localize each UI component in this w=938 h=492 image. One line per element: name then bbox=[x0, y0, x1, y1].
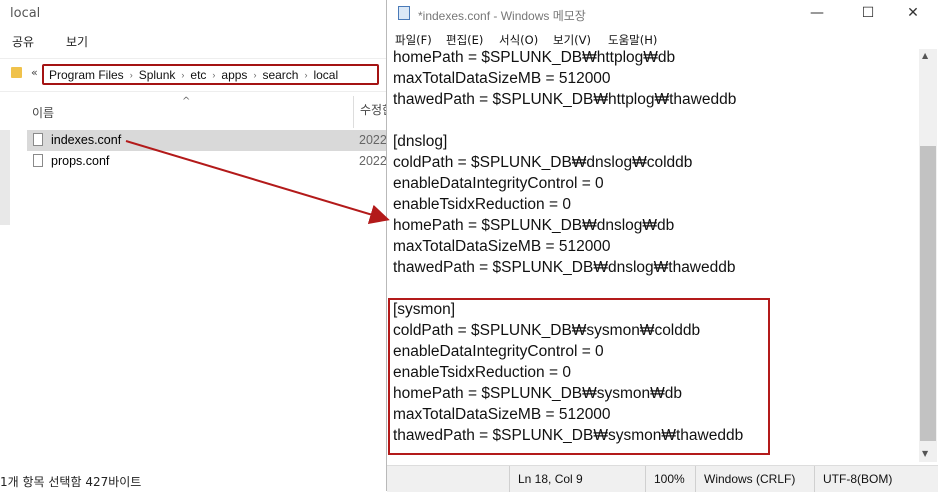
file-date: 2022 bbox=[359, 133, 387, 147]
scroll-down-icon[interactable]: ▼ bbox=[922, 449, 928, 458]
text-line: maxTotalDataSizeMB = 512000 bbox=[393, 238, 611, 255]
menu-file[interactable]: 파일(F) bbox=[395, 32, 432, 48]
notepad-title: *indexes.conf - Windows 메모장 bbox=[418, 9, 586, 23]
chevron-right-icon[interactable]: › bbox=[130, 70, 133, 80]
chevron-right-icon[interactable]: › bbox=[304, 70, 307, 80]
cursor-position: Ln 18, Col 9 bbox=[509, 466, 583, 492]
file-name: props.conf bbox=[51, 154, 110, 168]
scrollbar-thumb[interactable] bbox=[920, 146, 936, 441]
file-icon bbox=[33, 154, 43, 167]
menu-help[interactable]: 도움말(H) bbox=[608, 32, 657, 48]
text-line: homePath = $SPLUNK_DB₩httplog₩db bbox=[393, 49, 676, 66]
vertical-scrollbar[interactable]: ▲ ▼ bbox=[919, 49, 937, 462]
file-explorer-window: local 공유 보기 « Program Files › Splunk › e… bbox=[0, 0, 400, 491]
text-line: [dnslog] bbox=[393, 133, 448, 150]
chevron-right-icon[interactable]: › bbox=[212, 70, 215, 80]
text-line: maxTotalDataSizeMB = 512000 bbox=[393, 70, 611, 87]
notepad-icon bbox=[398, 6, 410, 20]
breadcrumb-search[interactable]: search bbox=[262, 68, 298, 82]
breadcrumb-local[interactable]: local bbox=[313, 68, 338, 82]
zoom-level: 100% bbox=[645, 466, 685, 492]
breadcrumb: Program Files › Splunk › etc › apps › se… bbox=[42, 64, 379, 85]
address-bar[interactable]: « Program Files › Splunk › etc › apps › … bbox=[0, 58, 400, 92]
notepad-status-bar: Ln 18, Col 9 100% Windows (CRLF) UTF-8(B… bbox=[387, 465, 938, 492]
file-icon bbox=[33, 133, 43, 146]
column-header-name[interactable]: 이름 bbox=[32, 104, 54, 121]
line-ending: Windows (CRLF) bbox=[695, 466, 795, 492]
close-button[interactable]: ✕ bbox=[903, 4, 923, 22]
ribbon-tab-share[interactable]: 공유 bbox=[12, 33, 34, 50]
text-line: enableDataIntegrityControl = 0 bbox=[393, 175, 604, 192]
explorer-status-bar: 1개 항목 선택함 427바이트 bbox=[0, 475, 142, 489]
text-line: thawedPath = $SPLUNK_DB₩dnslog₩thaweddb bbox=[393, 259, 736, 276]
scroll-up-icon[interactable]: ▲ bbox=[922, 51, 928, 60]
explorer-title: local bbox=[10, 6, 41, 21]
folder-icon bbox=[11, 67, 22, 78]
text-line: homePath = $SPLUNK_DB₩dnslog₩db bbox=[393, 217, 675, 234]
text-line: coldPath = $SPLUNK_DB₩dnslog₩colddb bbox=[393, 154, 693, 171]
text-line: enableTsidxReduction = 0 bbox=[393, 196, 571, 213]
menu-format[interactable]: 서식(O) bbox=[499, 32, 538, 48]
text-editor-area[interactable]: homePath = $SPLUNK_DB₩httplog₩db maxTota… bbox=[387, 49, 919, 462]
text-line: thawedPath = $SPLUNK_DB₩httplog₩thaweddb bbox=[393, 91, 737, 108]
breadcrumb-program-files[interactable]: Program Files bbox=[49, 68, 124, 82]
file-row-indexes-conf[interactable]: indexes.conf 2022 bbox=[27, 130, 400, 151]
chevron-right-icon[interactable]: › bbox=[181, 70, 184, 80]
explorer-ribbon: 공유 보기 bbox=[0, 27, 400, 55]
maximize-button[interactable]: ☐ bbox=[858, 4, 878, 22]
ribbon-tab-view[interactable]: 보기 bbox=[66, 33, 88, 50]
sort-ascending-icon: ^ bbox=[182, 96, 191, 107]
encoding: UTF-8(BOM) bbox=[814, 466, 892, 492]
file-name: indexes.conf bbox=[51, 133, 122, 147]
breadcrumb-etc[interactable]: etc bbox=[190, 68, 206, 82]
notepad-titlebar[interactable]: *indexes.conf - Windows 메모장 — ☐ ✕ bbox=[387, 0, 938, 28]
navigation-pane-scrollbar[interactable] bbox=[0, 130, 10, 225]
menu-view[interactable]: 보기(V) bbox=[553, 32, 591, 48]
file-row-props-conf[interactable]: props.conf 2022 bbox=[27, 151, 400, 172]
breadcrumb-splunk[interactable]: Splunk bbox=[139, 68, 176, 82]
menu-edit[interactable]: 편집(E) bbox=[446, 32, 483, 48]
minimize-button[interactable]: — bbox=[807, 4, 827, 22]
file-list-header: ^ 이름 수정한 bbox=[0, 96, 400, 128]
address-overflow-chevron[interactable]: « bbox=[31, 66, 38, 79]
chevron-right-icon[interactable]: › bbox=[253, 70, 256, 80]
breadcrumb-apps[interactable]: apps bbox=[221, 68, 247, 82]
notepad-menubar: 파일(F) 편집(E) 서식(O) 보기(V) 도움말(H) bbox=[387, 29, 938, 49]
notepad-window: *indexes.conf - Windows 메모장 — ☐ ✕ 파일(F) … bbox=[386, 0, 938, 492]
sysmon-stanza-highlight-box bbox=[388, 298, 770, 455]
file-date: 2022 bbox=[359, 154, 387, 168]
